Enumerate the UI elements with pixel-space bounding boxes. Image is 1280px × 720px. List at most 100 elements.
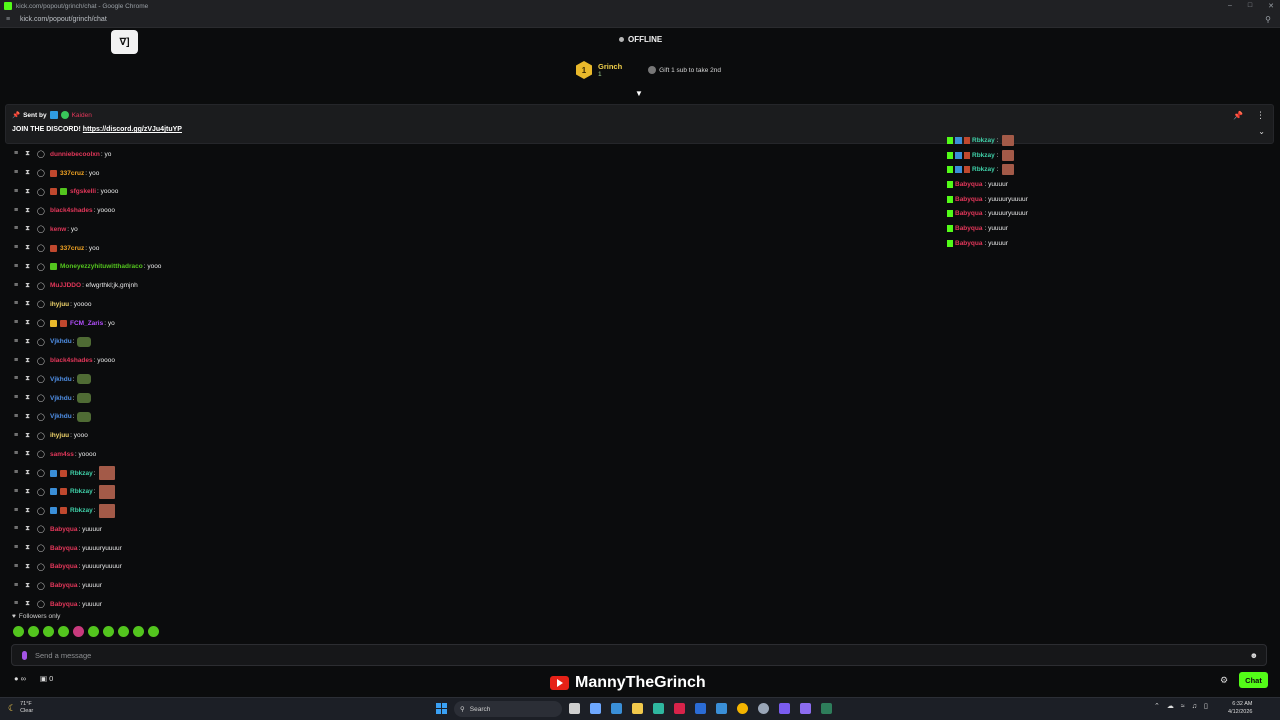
pin-message-icon[interactable]: ≡ — [14, 544, 18, 552]
chat-input[interactable] — [35, 650, 1215, 660]
chat-username[interactable]: MuJJDDO — [50, 282, 81, 289]
chat-username[interactable]: Babyqua — [50, 526, 77, 533]
emote-button[interactable] — [58, 626, 69, 637]
outlook-icon[interactable] — [716, 703, 727, 714]
ban-icon[interactable]: ◯ — [37, 357, 45, 365]
pin-message-icon[interactable]: ≡ — [14, 263, 18, 271]
emote-button[interactable] — [133, 626, 144, 637]
timeout-icon[interactable]: ⧗ — [25, 488, 30, 496]
timeout-icon[interactable]: ⧗ — [25, 150, 30, 158]
maximize-icon[interactable]: □ — [1248, 2, 1252, 10]
chat-username[interactable]: Babyqua — [50, 601, 77, 608]
ban-icon[interactable]: ◯ — [37, 263, 45, 271]
chat-username[interactable]: Vjkhdu — [50, 376, 72, 383]
timeout-icon[interactable]: ⧗ — [25, 469, 30, 477]
url-text[interactable]: kick.com/popout/grinch/chat — [20, 16, 107, 23]
chat-username[interactable]: Rbkzay — [70, 488, 93, 495]
file-explorer-icon[interactable] — [632, 703, 643, 714]
pin-message-icon[interactable]: ≡ — [14, 469, 18, 477]
pin-message-icon[interactable]: ≡ — [14, 507, 18, 515]
minimize-icon[interactable]: – — [1228, 2, 1232, 10]
wifi-icon[interactable]: ≈ — [1181, 703, 1185, 710]
pin-message-icon[interactable]: ≡ — [14, 525, 18, 533]
timeout-icon[interactable]: ⧗ — [25, 300, 30, 308]
chrome-icon[interactable] — [737, 703, 748, 714]
ban-icon[interactable]: ◯ — [37, 282, 45, 290]
chevron-down-icon[interactable]: ⌄ — [1258, 127, 1265, 136]
chat-username[interactable]: sam4ss — [50, 451, 74, 458]
ban-icon[interactable]: ◯ — [37, 188, 45, 196]
ban-icon[interactable]: ◯ — [37, 488, 45, 496]
copilot-icon[interactable] — [590, 703, 601, 714]
timeout-icon[interactable]: ⧗ — [25, 244, 30, 252]
ban-icon[interactable]: ◯ — [37, 300, 45, 308]
emote-button[interactable] — [88, 626, 99, 637]
timeout-icon[interactable]: ⧗ — [25, 525, 30, 533]
collapse-header-icon[interactable]: ▼ — [635, 89, 643, 98]
emote-button[interactable] — [118, 626, 129, 637]
discord-link[interactable]: https://discord.gg/zVJu4jtuYP — [83, 126, 182, 133]
onedrive-icon[interactable]: ☁ — [1167, 702, 1174, 710]
pin-message-icon[interactable]: ≡ — [14, 600, 18, 608]
pin-message-icon[interactable]: ≡ — [14, 300, 18, 308]
pin-message-icon[interactable]: ≡ — [14, 150, 18, 158]
pinned-sender[interactable]: Kaiden — [72, 112, 92, 119]
ban-icon[interactable]: ◯ — [37, 319, 45, 327]
app-icon[interactable] — [695, 703, 706, 714]
chat-username[interactable]: 337cruz — [60, 245, 84, 252]
emote-button[interactable] — [28, 626, 39, 637]
volume-icon[interactable]: ♫ — [1192, 703, 1197, 710]
calculator-icon[interactable] — [779, 703, 790, 714]
mic-icon[interactable] — [22, 650, 27, 660]
chat-username[interactable]: black4shades — [50, 207, 93, 214]
ban-icon[interactable]: ◯ — [37, 432, 45, 440]
store-icon[interactable] — [611, 703, 622, 714]
pin-message-icon[interactable]: ≡ — [14, 169, 18, 177]
gift-prompt[interactable]: Gift 1 sub to take 2nd — [648, 66, 721, 74]
ban-icon[interactable]: ◯ — [37, 544, 45, 552]
timeout-icon[interactable]: ⧗ — [25, 563, 30, 571]
taskbar-search[interactable]: ⚲ Search — [454, 701, 562, 717]
pin-message-icon[interactable]: ≡ — [14, 244, 18, 252]
pin-message-icon[interactable]: ≡ — [14, 188, 18, 196]
pin-message-icon[interactable]: ≡ — [14, 357, 18, 365]
taskbar-clock[interactable]: 6:32 AM 4/12/2026 — [1228, 701, 1252, 716]
pin-message-icon[interactable]: ≡ — [14, 394, 18, 402]
chat-username[interactable]: FCM_Zaris — [70, 320, 103, 327]
ban-icon[interactable]: ◯ — [37, 450, 45, 458]
timeout-icon[interactable]: ⧗ — [25, 375, 30, 383]
ban-icon[interactable]: ◯ — [37, 225, 45, 233]
points-counter[interactable]: ▣ 0 — [40, 674, 53, 683]
chat-username[interactable]: Rbkzay — [70, 507, 93, 514]
chat-username[interactable]: 337cruz — [60, 170, 84, 177]
emoji-picker-icon[interactable]: ☻ — [1250, 651, 1258, 660]
chat-username[interactable]: Vjkhdu — [50, 338, 72, 345]
chat-send-button[interactable]: Chat — [1239, 672, 1268, 688]
steam-icon[interactable] — [758, 703, 769, 714]
timeout-icon[interactable]: ⧗ — [25, 319, 30, 327]
pin-message-icon[interactable]: ≡ — [14, 207, 18, 215]
adobe-icon[interactable] — [674, 703, 685, 714]
timeout-icon[interactable]: ⧗ — [25, 544, 30, 552]
windows-start-icon[interactable] — [436, 703, 447, 714]
pin-message-icon[interactable]: ≡ — [14, 582, 18, 590]
emote-button[interactable] — [73, 626, 84, 637]
ban-icon[interactable]: ◯ — [37, 375, 45, 383]
pin-message-icon[interactable]: ≡ — [14, 338, 18, 346]
ban-icon[interactable]: ◯ — [37, 582, 45, 590]
pin-message-icon[interactable]: ≡ — [14, 450, 18, 458]
pin-message-icon[interactable]: ≡ — [14, 225, 18, 233]
ban-icon[interactable]: ◯ — [37, 525, 45, 533]
chat-username[interactable]: Babyqua — [50, 582, 77, 589]
ban-icon[interactable]: ◯ — [37, 169, 45, 177]
ban-icon[interactable]: ◯ — [37, 563, 45, 571]
pin-message-icon[interactable]: ≡ — [14, 563, 18, 571]
ban-icon[interactable]: ◯ — [37, 413, 45, 421]
more-options-icon[interactable]: ⋮ — [1256, 110, 1265, 121]
tray-chevron-up-icon[interactable]: ⌃ — [1154, 702, 1160, 710]
settings-gear-icon[interactable]: ⚙ — [1220, 675, 1228, 686]
pin-message-icon[interactable]: ≡ — [14, 488, 18, 496]
chat-username[interactable]: Vjkhdu — [50, 395, 72, 402]
emote-button[interactable] — [148, 626, 159, 637]
ban-icon[interactable]: ◯ — [37, 244, 45, 252]
